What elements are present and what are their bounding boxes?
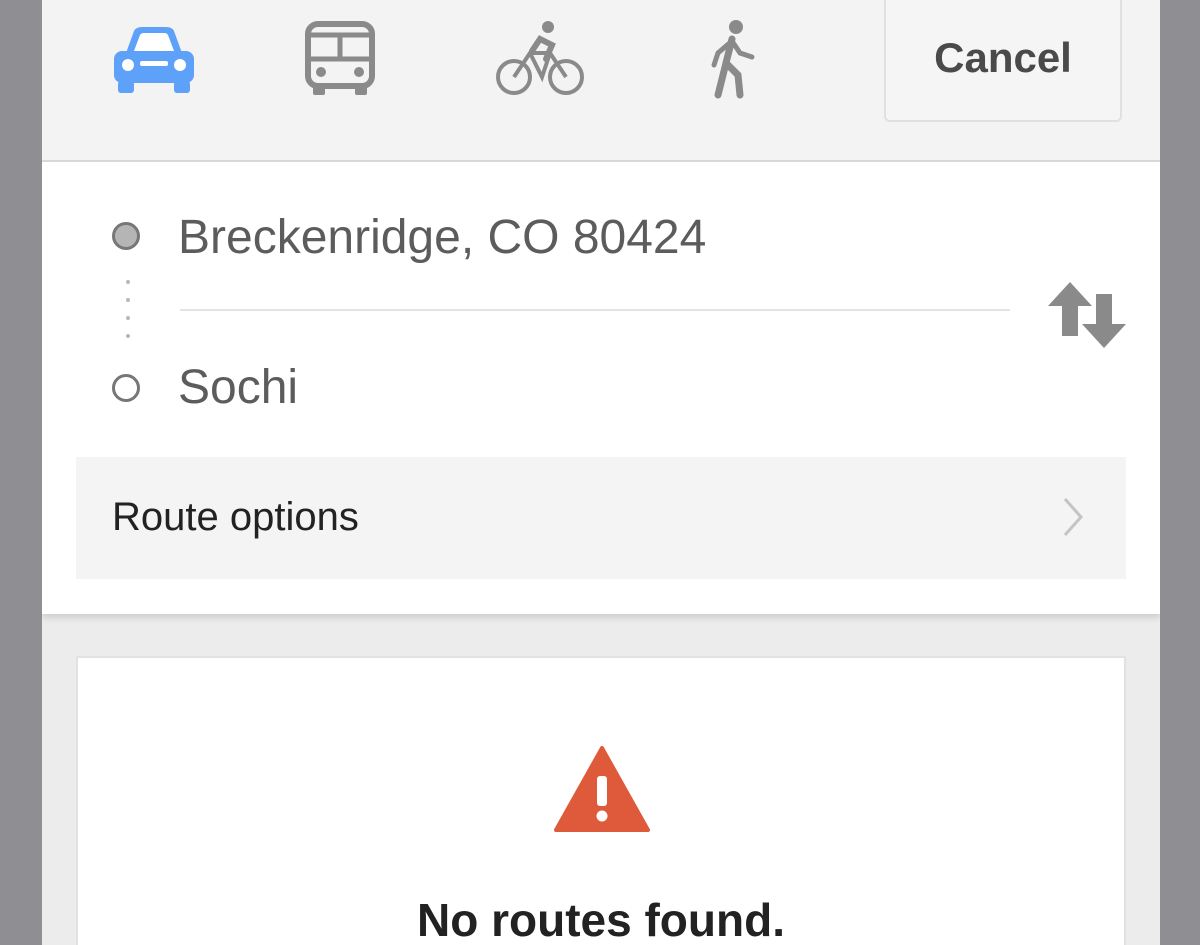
bicycle-icon xyxy=(496,21,584,95)
destination-field[interactable]: Sochi xyxy=(178,358,1008,418)
mode-walk-button[interactable] xyxy=(684,14,780,104)
origin-marker-icon xyxy=(112,222,140,250)
directions-panel: Breckenridge, CO 80424 Sochi Route optio… xyxy=(42,162,1160,614)
car-icon xyxy=(114,27,194,93)
bus-icon xyxy=(305,21,375,95)
chevron-right-icon xyxy=(1063,498,1084,536)
route-options-row[interactable]: Route options xyxy=(76,457,1126,579)
destination-marker-icon xyxy=(112,374,140,402)
field-divider xyxy=(180,309,1010,311)
route-dot xyxy=(126,298,130,302)
no-routes-message: No routes found. xyxy=(417,894,785,945)
walking-icon xyxy=(711,20,755,99)
route-dot xyxy=(126,316,130,320)
mode-transit-button[interactable] xyxy=(292,14,388,104)
result-card: No routes found. xyxy=(76,656,1126,945)
route-options-label: Route options xyxy=(112,495,359,539)
directions-screen: Cancel Breckenridge, CO 80424 Sochi Rout… xyxy=(42,0,1160,945)
warning-icon xyxy=(554,746,650,832)
travel-mode-bar: Cancel xyxy=(42,0,1160,162)
swap-arrows-icon xyxy=(1048,282,1126,348)
origin-field[interactable]: Breckenridge, CO 80424 xyxy=(178,208,1008,268)
route-dot xyxy=(126,334,130,338)
swap-button[interactable] xyxy=(1042,280,1132,350)
route-dot xyxy=(126,280,130,284)
mode-drive-button[interactable] xyxy=(106,14,202,104)
mode-bike-button[interactable] xyxy=(492,14,588,104)
cancel-button[interactable]: Cancel xyxy=(884,0,1122,122)
